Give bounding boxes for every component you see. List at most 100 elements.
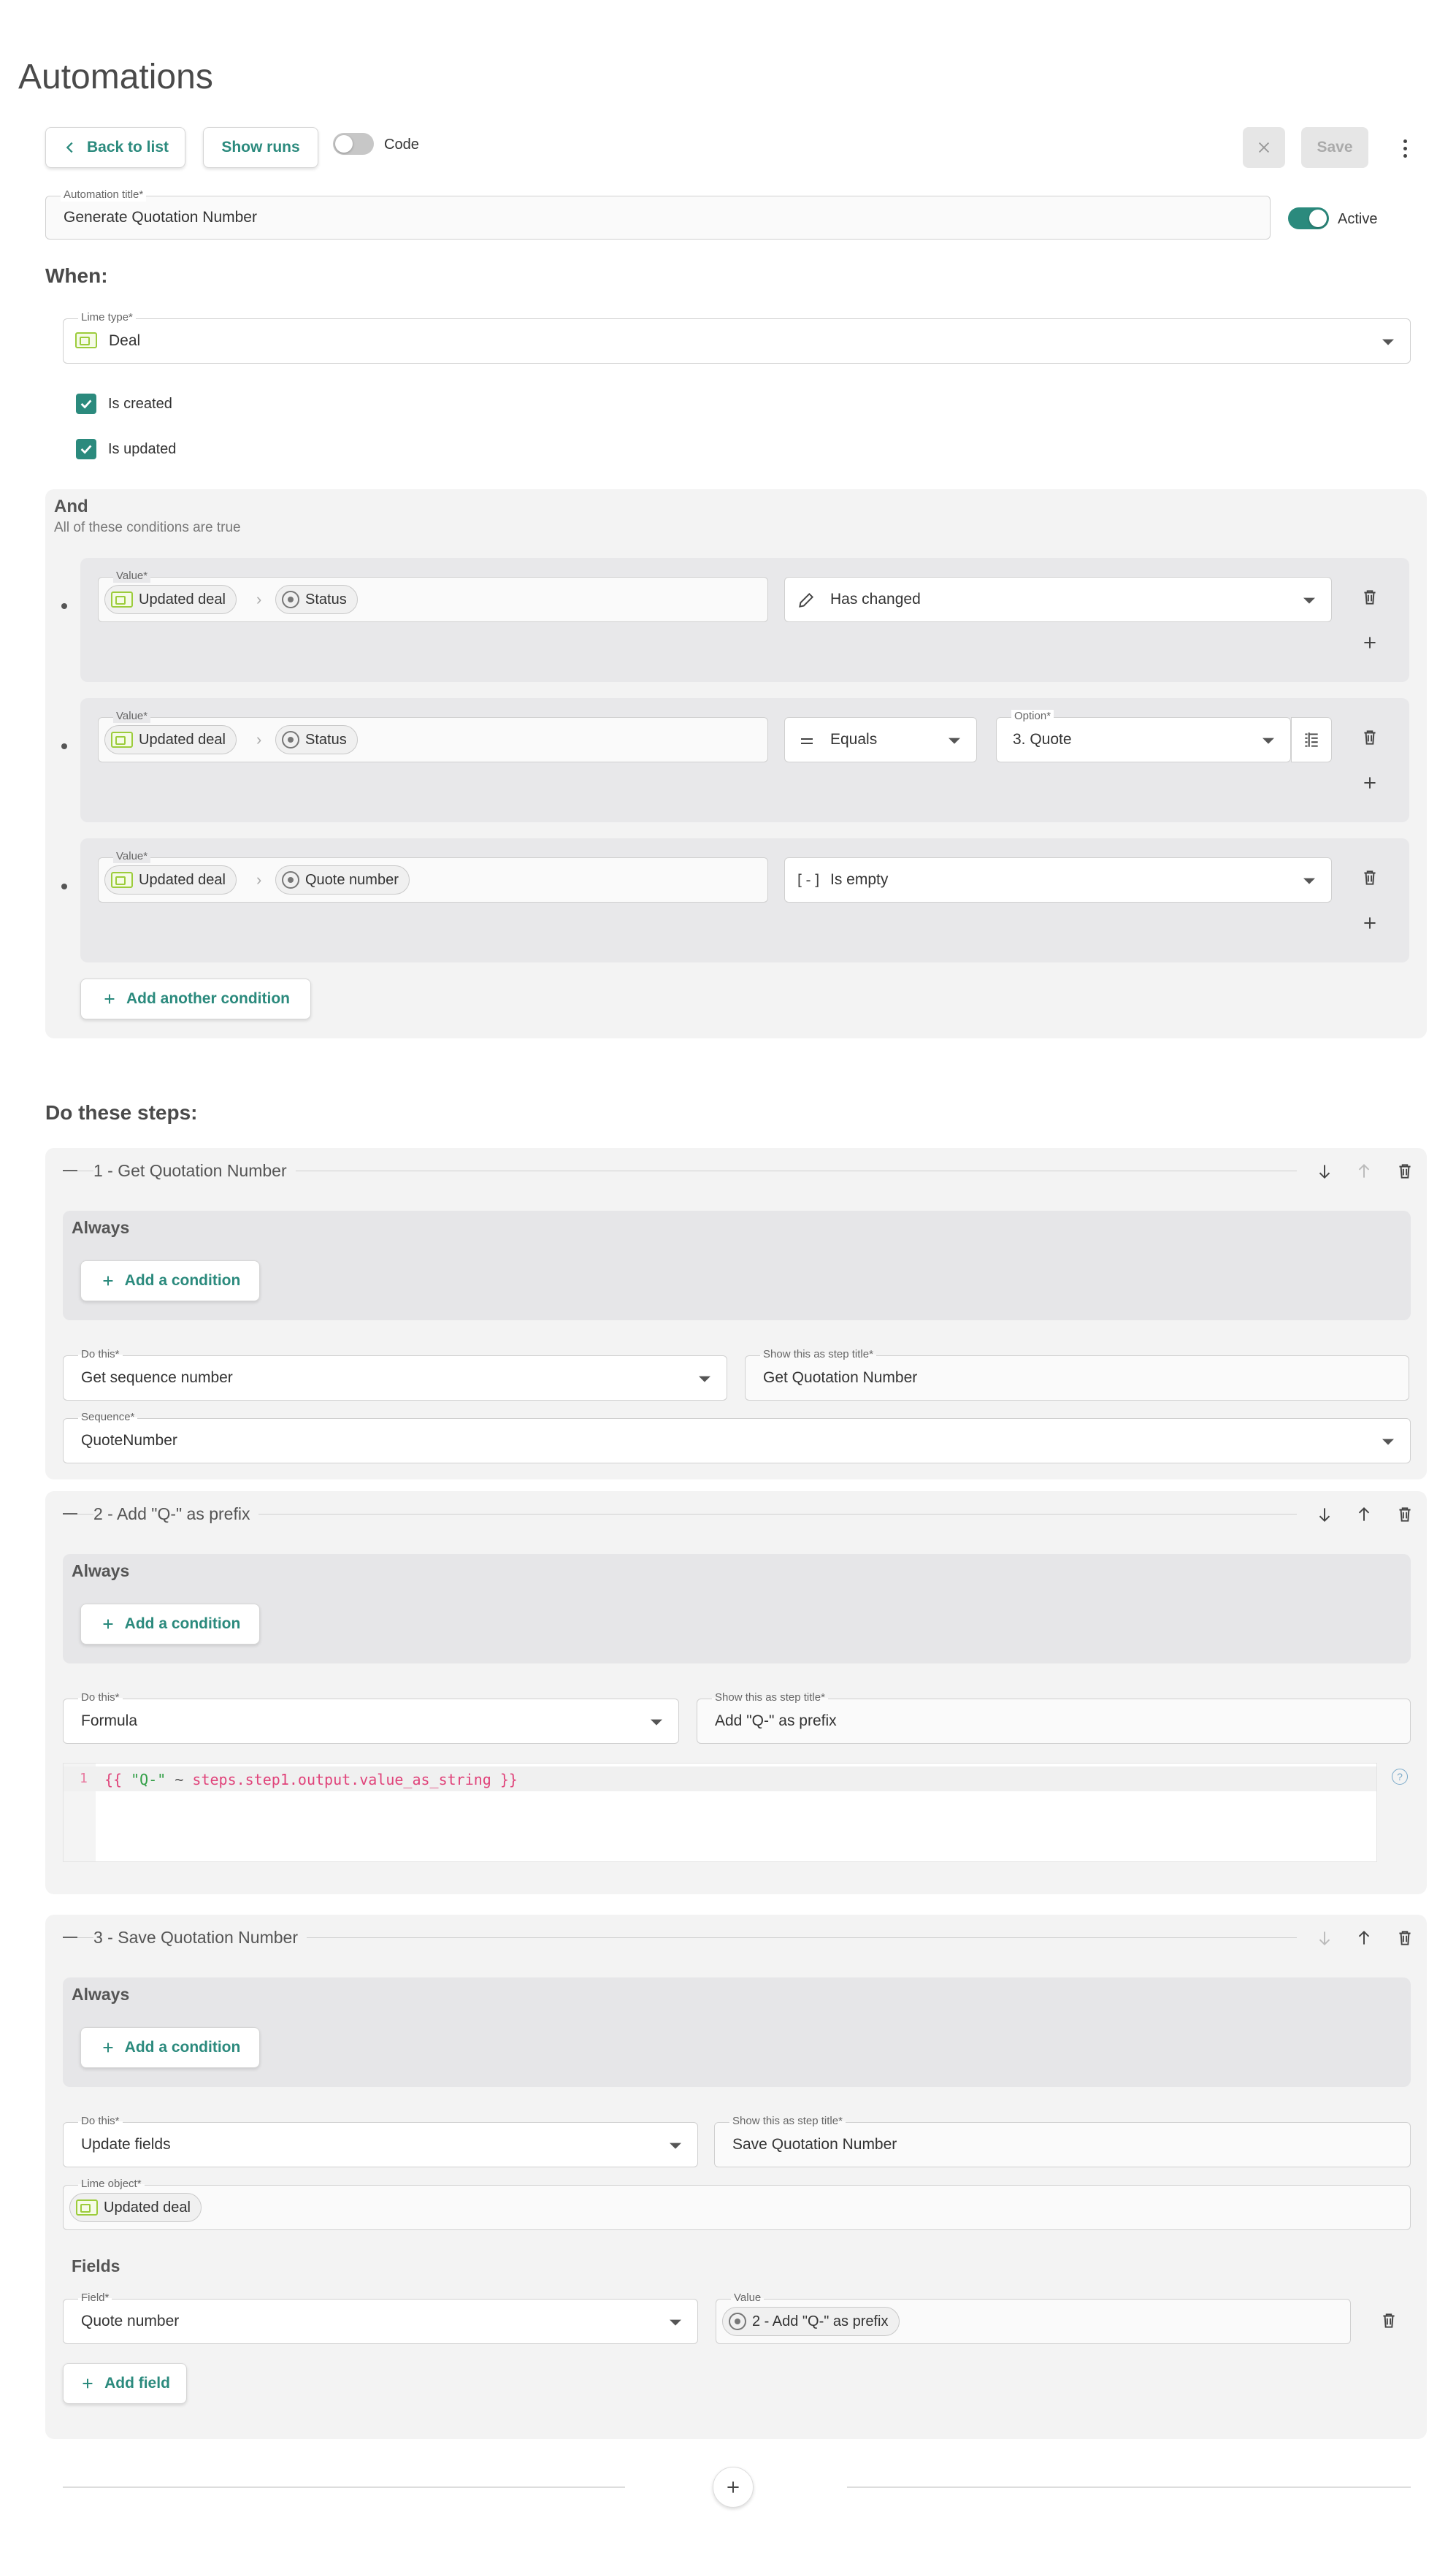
save-button[interactable]: Save (1301, 127, 1368, 168)
step-1-title: 1 - Get Quotation Number (93, 1161, 296, 1181)
add-a-condition-button[interactable]: Add a condition (80, 2027, 260, 2068)
arrow-up-icon (1358, 1163, 1370, 1178)
delete-step-button[interactable] (1392, 1925, 1418, 1951)
add-a-condition-button[interactable]: Add a condition (80, 1604, 260, 1645)
condition-bullet (61, 603, 67, 609)
quote-number-field-chip[interactable]: Quote number (275, 865, 410, 895)
updated-deal-chip[interactable]: Updated deal (104, 585, 237, 614)
step-title-value: Save Quotation Number (732, 2136, 897, 2153)
chip-label: Updated deal (104, 2199, 191, 2216)
condition-1-value-field[interactable]: Value* Updated deal › Status (98, 570, 768, 622)
code-token: ~ (166, 1771, 193, 1788)
move-up-button[interactable] (1351, 1158, 1377, 1184)
code-text: {{ "Q-" ~ steps.step1.output.value_as_st… (104, 1771, 518, 1788)
add-step-button[interactable] (713, 2467, 754, 2508)
condition-1-operator-select[interactable]: Has changed (784, 577, 1332, 622)
condition-2-value-field[interactable]: Value* Updated deal › Status (98, 710, 768, 762)
active-toggle[interactable] (1288, 207, 1329, 229)
back-to-list-button[interactable]: Back to list (45, 127, 185, 168)
check-icon (80, 445, 92, 454)
condition-3-value-field[interactable]: Value* Updated deal › Quote number (98, 850, 768, 903)
chip-label: Status (305, 731, 347, 748)
delete-step-button[interactable] (1392, 1158, 1418, 1184)
plus-icon (103, 1619, 113, 1629)
delete-step-button[interactable] (1392, 1501, 1418, 1528)
move-up-button[interactable] (1351, 1925, 1377, 1951)
automation-title-field[interactable]: Automation title* Generate Quotation Num… (45, 188, 1271, 240)
code-toggle[interactable] (333, 133, 374, 155)
trash-icon (1364, 590, 1376, 605)
plus-icon (1364, 777, 1376, 789)
step-output-chip[interactable]: 2 - Add "Q-" as prefix (722, 2307, 900, 2336)
option-list-button[interactable] (1291, 717, 1332, 762)
formula-code-editor[interactable]: 1 {{ "Q-" ~ steps.step1.output.value_as_… (63, 1763, 1377, 1862)
always-label: Always (72, 1561, 130, 1580)
collapse-step-icon[interactable] (63, 1170, 77, 1171)
add-sub-condition-button[interactable] (1357, 910, 1383, 936)
collapse-step-icon[interactable] (63, 1513, 77, 1515)
help-icon[interactable]: ? (1392, 1769, 1408, 1785)
add-field-button[interactable]: Add field (63, 2363, 187, 2404)
deal-icon (111, 591, 133, 608)
updated-deal-chip[interactable]: Updated deal (104, 865, 237, 895)
always-label: Always (72, 1985, 130, 2004)
sequence-select[interactable]: Sequence* QuoteNumber (63, 1411, 1411, 1463)
collapse-step-icon[interactable] (63, 1937, 77, 1938)
step-3-action-select[interactable]: Do this* Update fields (63, 2115, 698, 2167)
lime-object-field[interactable]: Lime object* Updated deal (63, 2178, 1411, 2230)
field-select[interactable]: Field* Quote number (63, 2291, 698, 2344)
step-2-action-select[interactable]: Do this* Formula (63, 1691, 679, 1744)
delete-condition-button[interactable] (1357, 724, 1383, 751)
step-2-title: 2 - Add "Q-" as prefix (93, 1504, 259, 1524)
step-1-title-field[interactable]: Show this as step title* Get Quotation N… (745, 1348, 1409, 1401)
updated-deal-chip[interactable]: Updated deal (69, 2193, 202, 2222)
status-field-chip[interactable]: Status (275, 725, 358, 754)
condition-2-option-select[interactable]: Option* 3. Quote (996, 710, 1291, 762)
add-field-label: Add field (104, 2375, 170, 2392)
is-created-checkbox[interactable] (76, 394, 96, 414)
condition-2-operator-select[interactable]: Equals (784, 717, 977, 762)
steps-heading: Do these steps: (45, 1101, 198, 1124)
is-updated-checkbox[interactable] (76, 439, 96, 459)
lime-type-value: Deal (109, 332, 141, 349)
delete-field-button[interactable] (1376, 2308, 1402, 2334)
add-a-condition-button[interactable]: Add a condition (80, 1260, 260, 1301)
field-icon (282, 871, 299, 889)
discard-button[interactable] (1243, 127, 1285, 168)
delete-condition-button[interactable] (1357, 865, 1383, 891)
step-3-title-field[interactable]: Show this as step title* Save Quotation … (714, 2115, 1411, 2167)
status-field-chip[interactable]: Status (275, 585, 358, 614)
chip-label: Quote number (305, 871, 399, 888)
condition-3-operator-select[interactable]: [-] Is empty (784, 857, 1332, 903)
move-down-button[interactable] (1311, 1501, 1338, 1528)
field-label: Field* (78, 2291, 112, 2305)
plus-icon (83, 2378, 93, 2389)
code-token: }} (491, 1771, 518, 1788)
value-label: Value (731, 2291, 765, 2305)
deal-icon (76, 2199, 98, 2216)
move-down-button[interactable] (1311, 1158, 1338, 1184)
delete-condition-button[interactable] (1357, 584, 1383, 610)
more-menu-icon[interactable] (1396, 136, 1414, 161)
condition-bullet (61, 884, 67, 889)
add-another-condition-button[interactable]: Add another condition (80, 979, 311, 1019)
action-value: Formula (81, 1712, 138, 1729)
step-2-title-field[interactable]: Show this as step title* Add "Q-" as pre… (697, 1691, 1411, 1744)
move-down-button[interactable] (1311, 1925, 1338, 1951)
chevron-down-icon (1303, 878, 1315, 884)
add-sub-condition-button[interactable] (1357, 629, 1383, 656)
deal-icon (111, 872, 133, 888)
add-sub-condition-button[interactable] (1357, 770, 1383, 796)
operator-value: Equals (830, 731, 878, 748)
value-label: Value* (113, 850, 151, 863)
updated-deal-chip[interactable]: Updated deal (104, 725, 237, 754)
field-value-input[interactable]: Value 2 - Add "Q-" as prefix (716, 2291, 1351, 2344)
move-up-button[interactable] (1351, 1501, 1377, 1528)
field-icon (282, 591, 299, 608)
step-1-action-select[interactable]: Do this* Get sequence number (63, 1348, 727, 1401)
show-runs-button[interactable]: Show runs (203, 127, 318, 168)
code-token: "Q-" (131, 1771, 166, 1788)
chevron-down-icon (949, 738, 960, 744)
lime-type-select[interactable]: Lime type* Deal (63, 311, 1411, 364)
always-label: Always (72, 1218, 130, 1237)
